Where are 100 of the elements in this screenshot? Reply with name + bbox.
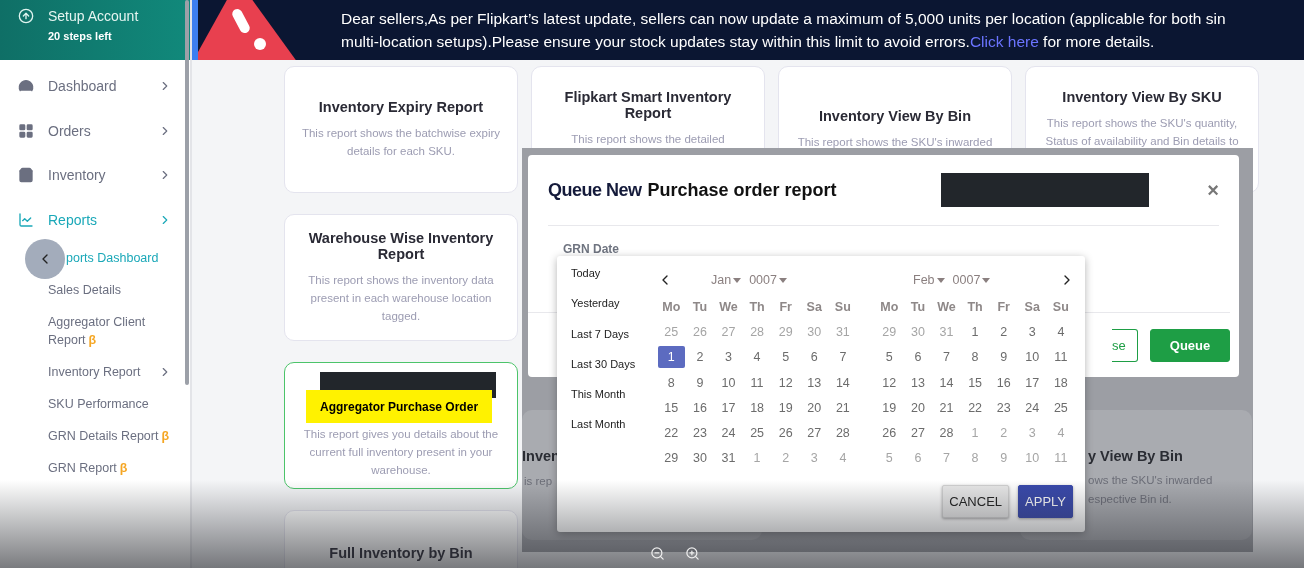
report-card[interactable]: Aggregator Purchase Order This report gives you details about the current full inventory present in your warehouse. [284,362,518,489]
calendar-day[interactable]: 12 [772,371,800,394]
calendar-day[interactable]: 28 [933,422,960,445]
calendar-day[interactable]: 4 [1047,320,1075,343]
calendar-day[interactable]: 15 [657,396,685,419]
calendar-day[interactable]: 20 [800,396,828,419]
preset-option[interactable]: This Month [571,387,626,402]
calendar-day[interactable]: 7 [829,346,857,369]
preset-option[interactable]: Yesterday [571,296,620,311]
calendar-day[interactable]: 27 [800,422,828,445]
calendar-day[interactable]: 4 [743,346,771,369]
calendar-day[interactable]: 19 [772,396,800,419]
calendar-day[interactable]: 25 [1047,396,1075,419]
preset-option[interactable]: Today [571,266,601,281]
nav-item[interactable]: Inventory [0,153,190,198]
calendar-day[interactable]: 17 [715,396,742,419]
calendar-day[interactable]: 22 [961,396,989,419]
preset-option[interactable]: Last 7 Days [571,326,630,341]
caret-icon [936,277,945,283]
calendar-day[interactable]: 18 [1047,371,1075,394]
preset-option[interactable]: Last 30 Days [571,356,636,372]
calendar-day[interactable]: 24 [1018,396,1046,419]
calendar-day[interactable]: 3 [715,346,742,369]
calendar-day[interactable]: 9 [990,346,1018,369]
calendar-day[interactable]: 24 [715,422,742,445]
field-label: GRN Date [563,242,620,256]
apply-button[interactable]: APPLY [1018,485,1073,518]
card-title: Inventory View By SKU [1062,89,1222,105]
calendar-day[interactable]: 15 [961,371,989,394]
zoom-in-button[interactable] [685,546,700,561]
calendar-day[interactable]: 13 [800,371,828,394]
calendar-day[interactable]: 2 [686,346,714,369]
calendar-day[interactable]: 22 [657,422,685,445]
calendar-day[interactable]: 6 [904,346,932,369]
calendar-day[interactable]: 14 [933,371,960,394]
month-select[interactable]: Jan [711,273,742,287]
submenu-item[interactable]: Aggregator Client Report β [48,306,190,356]
submenu-item[interactable]: GRN Details Report β [48,420,190,452]
weekday-label: We [937,299,956,314]
calendar-day[interactable]: 30 [686,447,714,470]
year-select[interactable]: 0007 [952,273,991,287]
outline-button[interactable]: se [1112,329,1138,362]
report-card[interactable]: Full Inventory by Bin [284,510,518,568]
calendar-day[interactable]: 6 [800,346,828,369]
calendar-day[interactable]: 19 [875,396,903,419]
notice-text: Dear sellers,As per Flipkart’s latest update, sellers can now update a maximum of 5,000 units per location (applicable for both sin multi-location setups).Please ensure your stock updates stay within this limit to avoid errors.Click here for more details. [341,9,1226,52]
calendar-day[interactable]: 11 [743,371,771,394]
calendar-day[interactable]: 23 [686,422,714,445]
calendar-day[interactable]: 23 [990,396,1018,419]
calendar-day[interactable]: 26 [875,422,903,445]
calendar-day[interactable]: 1 [961,320,989,343]
submenu-item[interactable]: ports Dashboard [66,242,190,274]
calendar-day[interactable]: 5 [772,346,800,369]
preset-option[interactable]: Last Month [571,417,626,432]
caret-icon [982,277,991,283]
calendar-day[interactable]: 7 [933,346,960,369]
submenu-item[interactable]: SKU Performance [48,388,190,420]
calendar-day[interactable]: 29 [657,447,685,470]
calendar-day[interactable]: 21 [933,396,960,419]
calendar-day[interactable]: 28 [829,422,857,445]
year-select[interactable]: 0007 [749,273,787,287]
calendar-day[interactable]: 8 [961,346,989,369]
calendar-day[interactable]: 2 [990,320,1018,343]
calendar-day[interactable]: 31 [715,447,742,470]
nav-item[interactable]: Reports [0,197,190,242]
month-select[interactable]: Feb [913,273,945,287]
calendar-day[interactable]: 20 [904,396,932,419]
calendar-day[interactable]: 14 [829,371,857,394]
report-card[interactable]: Warehouse Wise Inventory Report This report shows the inventory data present in each warehouse location tagged. [284,214,518,341]
submenu-item[interactable]: Inventory Report [48,356,190,388]
calendar-day[interactable]: 9 [686,371,714,394]
nav-item[interactable]: Orders [0,108,190,153]
report-card[interactable]: Inventory Expiry Report This report shows the batchwise expiry details for each SKU. [284,66,518,193]
calendar-day[interactable]: 3 [1018,320,1046,343]
calendar-day[interactable]: 25 [743,422,771,445]
submenu-item[interactable]: Sales Details [48,274,190,306]
details-link[interactable]: Click here [969,33,1039,50]
calendar-day[interactable]: 21 [829,396,857,419]
calendar-day[interactable]: 1 [657,346,685,369]
calendar-day[interactable]: 27 [904,422,932,445]
calendar-day[interactable]: 16 [686,396,714,419]
calendar-day[interactable]: 12 [875,371,903,394]
calendar-day[interactable]: 16 [990,371,1018,394]
submenu-item[interactable]: GRN Report β [48,452,190,484]
queue-button[interactable]: Queue [1150,329,1230,362]
calendar-day[interactable]: 10 [1018,346,1046,369]
nav-item[interactable]: Dashboard [0,64,190,109]
calendar-day[interactable]: 8 [657,371,685,394]
calendar-day[interactable]: 17 [1018,371,1046,394]
cancel-button[interactable]: CANCEL [942,485,1010,518]
calendar-day[interactable]: 18 [743,396,771,419]
calendar-day[interactable]: 11 [1047,346,1075,369]
calendar-day[interactable]: 13 [904,371,932,394]
zoom-out-button[interactable] [650,546,665,561]
weekday-label: Sa [806,299,822,314]
calendar-day[interactable]: 5 [875,346,903,369]
calendar-day[interactable]: 10 [715,371,742,394]
calendar-day[interactable]: 26 [772,422,800,445]
setup-account-panel[interactable]: Setup Account 20 steps left [0,0,190,60]
scrollbar-thumb[interactable] [185,0,189,385]
